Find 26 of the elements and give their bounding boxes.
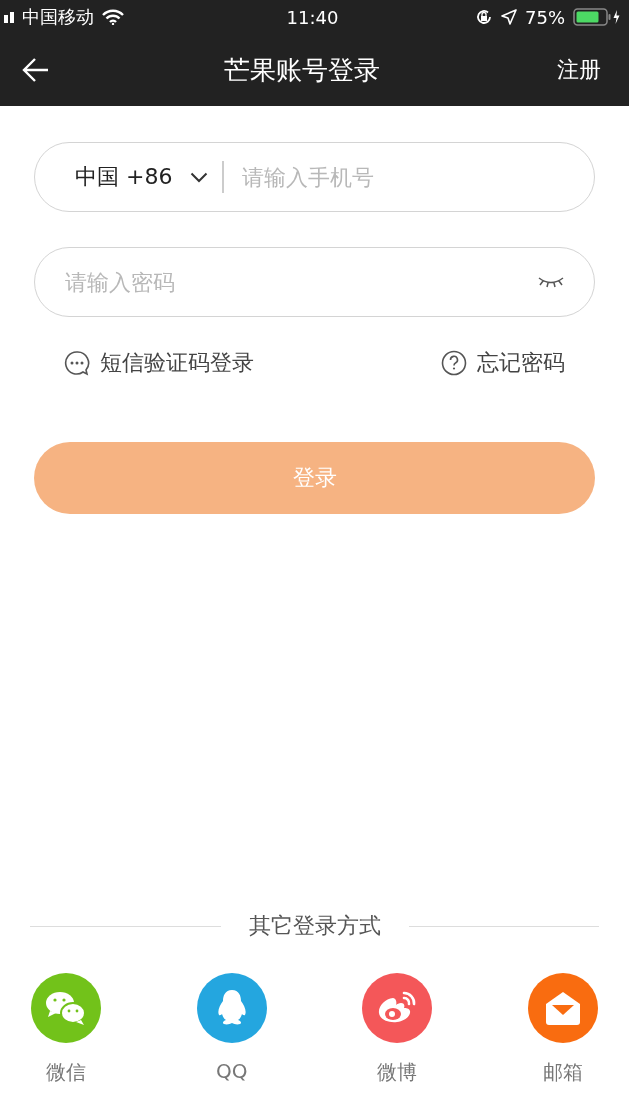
penguin-icon	[216, 989, 247, 1027]
login-method-label: 微信	[46, 1059, 86, 1086]
rotation-lock-icon	[475, 8, 493, 26]
open-envelope-icon	[543, 990, 582, 1026]
battery-charging-icon	[573, 8, 621, 26]
chat-bubble-icon	[64, 350, 90, 376]
status-time: 11:40	[286, 6, 339, 28]
other-login-heading: 其它登录方式	[248, 912, 381, 940]
signal-icon	[4, 11, 14, 23]
password-input[interactable]: 请输入密码	[34, 247, 595, 317]
back-arrow-icon	[22, 57, 50, 83]
battery-percent: 75%	[525, 6, 565, 28]
forgot-password-link[interactable]: 忘记密码	[441, 348, 565, 378]
sms-login-link[interactable]: 短信验证码登录	[64, 348, 254, 378]
closed-eye-icon[interactable]	[537, 275, 565, 289]
chevron-down-icon	[190, 171, 209, 183]
register-button[interactable]: 注册	[541, 55, 601, 85]
carrier-name: 中国移动	[22, 5, 94, 29]
login-method-label: QQ	[215, 1059, 248, 1083]
page-title: 芒果账号登录	[223, 53, 380, 87]
country-code-dropdown[interactable]: 中国 +86	[75, 162, 209, 192]
question-circle-icon	[441, 350, 467, 376]
location-icon	[501, 9, 517, 25]
login-method-label: 微博	[377, 1059, 418, 1086]
wifi-icon	[102, 9, 124, 25]
login-method-label: 邮箱	[542, 1059, 583, 1086]
